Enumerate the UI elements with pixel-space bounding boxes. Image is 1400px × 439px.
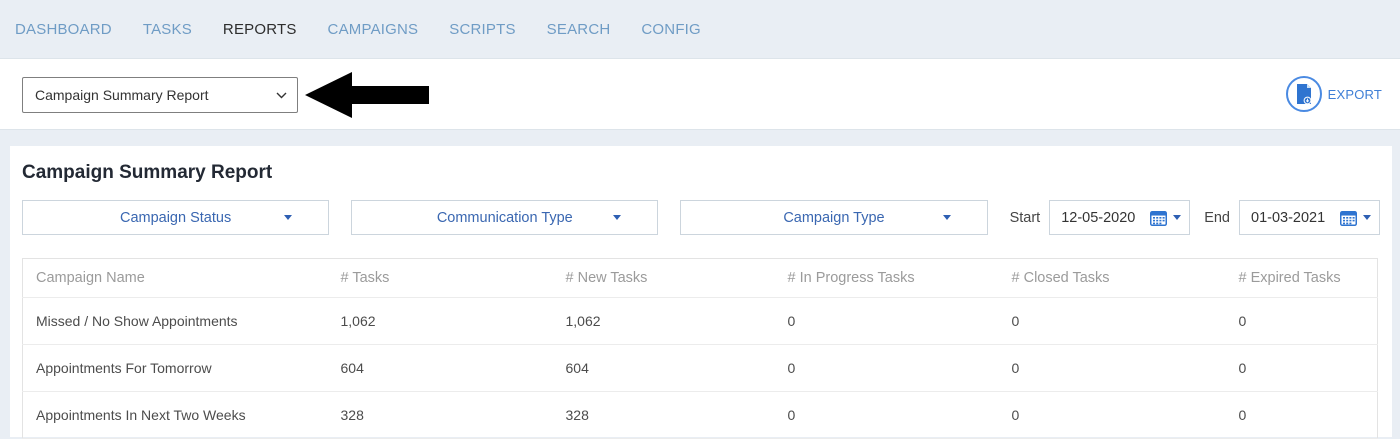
cell-new-tasks: 1,062: [565, 297, 788, 345]
filter-label: Campaign Type: [783, 209, 885, 226]
start-date-input[interactable]: 12-05-2020: [1049, 200, 1191, 235]
cell-closed-tasks: 0: [1011, 391, 1239, 439]
table-row: Appointments For Tomorrow 604 604 0 0 0: [22, 344, 1378, 392]
nav-item-reports[interactable]: REPORTS: [223, 21, 297, 38]
table-row: Appointments In Next Two Weeks 328 328 0…: [22, 391, 1378, 439]
export-button[interactable]: EXPORT: [1285, 76, 1382, 112]
cell-in-progress-tasks: 0: [787, 344, 1012, 392]
chevron-down-icon: [276, 92, 287, 98]
triangle-down-icon: [942, 214, 951, 220]
col-header-campaign-name: Campaign Name: [22, 258, 341, 298]
triangle-down-icon: [284, 214, 293, 220]
calendar-icon[interactable]: [1340, 210, 1357, 226]
start-date-label: Start: [1009, 209, 1041, 226]
nav-item-campaigns[interactable]: CAMPAIGNS: [328, 21, 419, 38]
nav-item-config[interactable]: CONFIG: [641, 21, 701, 38]
export-document-icon: [1285, 76, 1322, 112]
triangle-down-icon: [613, 214, 622, 220]
col-header-expired-tasks: # Expired Tasks: [1238, 258, 1378, 298]
end-date-value: 01-03-2021: [1251, 209, 1326, 226]
filter-row: Campaign Status Communication Type Campa…: [22, 200, 1380, 235]
nav-item-dashboard[interactable]: DASHBOARD: [15, 21, 112, 38]
table-header-row: Campaign Name # Tasks # New Tasks # In P…: [22, 258, 1378, 298]
nav-item-tasks[interactable]: TASKS: [143, 21, 192, 38]
page-title: Campaign Summary Report: [22, 162, 273, 183]
campaign-summary-table: Campaign Name # Tasks # New Tasks # In P…: [22, 258, 1378, 439]
cell-campaign-name: Appointments In Next Two Weeks: [22, 391, 341, 439]
cell-campaign-name: Appointments For Tomorrow: [22, 344, 341, 392]
cell-tasks: 1,062: [340, 297, 566, 345]
end-date-input[interactable]: 01-03-2021: [1239, 200, 1380, 235]
cell-closed-tasks: 0: [1011, 297, 1239, 345]
cell-in-progress-tasks: 0: [787, 297, 1012, 345]
report-panel: Campaign Summary Report Campaign Status …: [10, 146, 1392, 439]
top-nav: DASHBOARD TASKS REPORTS CAMPAIGNS SCRIPT…: [0, 0, 1400, 58]
cell-expired-tasks: 0: [1238, 297, 1378, 345]
date-range: Start 12-05-2020 End 01-03-2021: [1010, 200, 1380, 235]
cell-in-progress-tasks: 0: [787, 391, 1012, 439]
col-header-new-tasks: # New Tasks: [565, 258, 788, 298]
col-header-closed-tasks: # Closed Tasks: [1011, 258, 1239, 298]
filter-campaign-status[interactable]: Campaign Status: [22, 200, 330, 235]
annotation-arrow-left-icon: [305, 72, 430, 118]
arrow-head: [305, 72, 352, 118]
export-label: EXPORT: [1327, 86, 1382, 102]
arrow-shaft: [351, 86, 429, 104]
triangle-down-icon: [1363, 215, 1371, 220]
filter-label: Communication Type: [436, 209, 573, 226]
filter-campaign-type[interactable]: Campaign Type: [680, 200, 988, 235]
cell-expired-tasks: 0: [1238, 391, 1378, 439]
nav-item-search[interactable]: SEARCH: [547, 21, 611, 38]
start-date-value: 12-05-2020: [1061, 209, 1136, 226]
table-row: Missed / No Show Appointments 1,062 1,06…: [22, 297, 1378, 345]
end-date-label: End: [1204, 209, 1230, 226]
col-header-tasks: # Tasks: [340, 258, 566, 298]
cell-tasks: 328: [340, 391, 566, 439]
cell-tasks: 604: [340, 344, 566, 392]
filter-communication-type[interactable]: Communication Type: [351, 200, 659, 235]
cell-closed-tasks: 0: [1011, 344, 1239, 392]
cell-new-tasks: 328: [565, 391, 788, 439]
col-header-in-progress-tasks: # In Progress Tasks: [787, 258, 1012, 298]
report-type-select[interactable]: Campaign Summary Report: [22, 77, 298, 113]
nav-item-scripts[interactable]: SCRIPTS: [449, 21, 515, 38]
cell-campaign-name: Missed / No Show Appointments: [22, 297, 341, 345]
report-type-select-value: Campaign Summary Report: [35, 87, 209, 103]
cell-new-tasks: 604: [565, 344, 788, 392]
calendar-icon[interactable]: [1150, 210, 1168, 226]
triangle-down-icon: [1173, 215, 1182, 220]
filter-label: Campaign Status: [119, 209, 232, 226]
cell-expired-tasks: 0: [1238, 344, 1378, 392]
toolbar: Campaign Summary Report EXPORT: [0, 58, 1400, 130]
